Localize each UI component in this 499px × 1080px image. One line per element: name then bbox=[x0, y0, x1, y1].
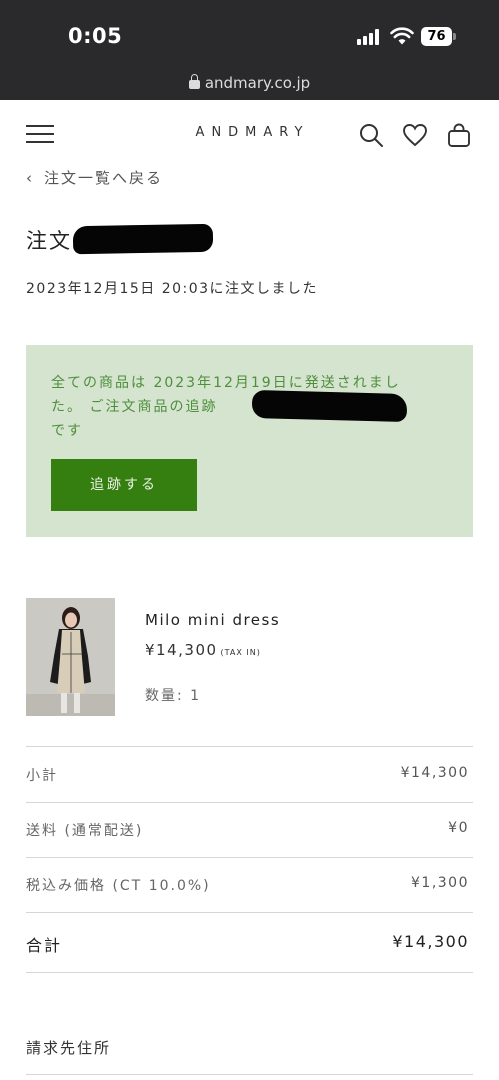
notice-line: 全ての商品は 2023年12月19日に発送されまし bbox=[51, 375, 401, 391]
shipping-value: ¥0 bbox=[448, 820, 469, 836]
product-quantity: 数量: 1 bbox=[145, 688, 202, 704]
divider bbox=[26, 972, 473, 973]
site-header: ANDMARY bbox=[0, 100, 499, 166]
divider bbox=[26, 746, 473, 747]
divider bbox=[26, 802, 473, 803]
total-value: ¥14,300 bbox=[392, 932, 469, 951]
price-value: ¥14,300 bbox=[145, 641, 218, 659]
url-text: andmary.co.jp bbox=[204, 74, 311, 92]
wifi-icon bbox=[390, 27, 414, 45]
order-date: 2023年12月15日 20:03に注文しました bbox=[26, 281, 319, 297]
battery-level: 76 bbox=[421, 27, 452, 46]
status-time: 0:05 bbox=[68, 24, 123, 48]
redaction-mark bbox=[251, 389, 408, 423]
page-title: 注文 bbox=[26, 229, 72, 253]
notice-fragment: た。 ご注文商品の追跡 bbox=[51, 399, 218, 415]
product-name[interactable]: Milo mini dress bbox=[145, 611, 280, 629]
bag-icon[interactable] bbox=[446, 122, 472, 148]
back-to-orders-link[interactable]: ‹ 注文一覧へ戻る bbox=[26, 167, 163, 188]
billing-address-heading: 請求先住所 bbox=[26, 1039, 112, 1057]
product-price: ¥14,300 (TAX IN) bbox=[145, 641, 261, 659]
search-icon[interactable] bbox=[358, 122, 384, 148]
url-bar[interactable]: andmary.co.jp bbox=[0, 74, 499, 92]
total-label: 合計 bbox=[26, 936, 63, 955]
back-link-label: 注文一覧へ戻る bbox=[44, 169, 164, 187]
divider bbox=[26, 912, 473, 913]
divider bbox=[26, 857, 473, 858]
subtotal-label: 小計 bbox=[26, 768, 58, 784]
tax-label: 税込み価格 (CT 10.0%) bbox=[26, 878, 211, 894]
subtotal-value: ¥14,300 bbox=[400, 765, 469, 781]
tax-note: (TAX IN) bbox=[220, 648, 261, 657]
track-shipment-button[interactable]: 追跡する bbox=[51, 459, 197, 511]
lock-icon bbox=[188, 74, 200, 89]
battery-tip bbox=[453, 33, 456, 40]
divider bbox=[26, 1074, 473, 1075]
tax-value: ¥1,300 bbox=[411, 875, 469, 891]
notice-line: です bbox=[51, 423, 83, 439]
shipping-notice: 全ての商品は 2023年12月19日に発送されまし た。 ご注文商品の追跡可能 … bbox=[26, 345, 473, 537]
heart-icon[interactable] bbox=[402, 122, 428, 148]
shipping-label: 送料 (通常配送) bbox=[26, 823, 144, 839]
product-image[interactable] bbox=[26, 598, 115, 716]
redaction-mark bbox=[72, 223, 214, 255]
status-bar: 0:05 76 andmary.co.jp bbox=[0, 0, 499, 100]
chevron-left-icon: ‹ bbox=[26, 169, 34, 187]
cellular-signal-icon bbox=[357, 29, 383, 45]
